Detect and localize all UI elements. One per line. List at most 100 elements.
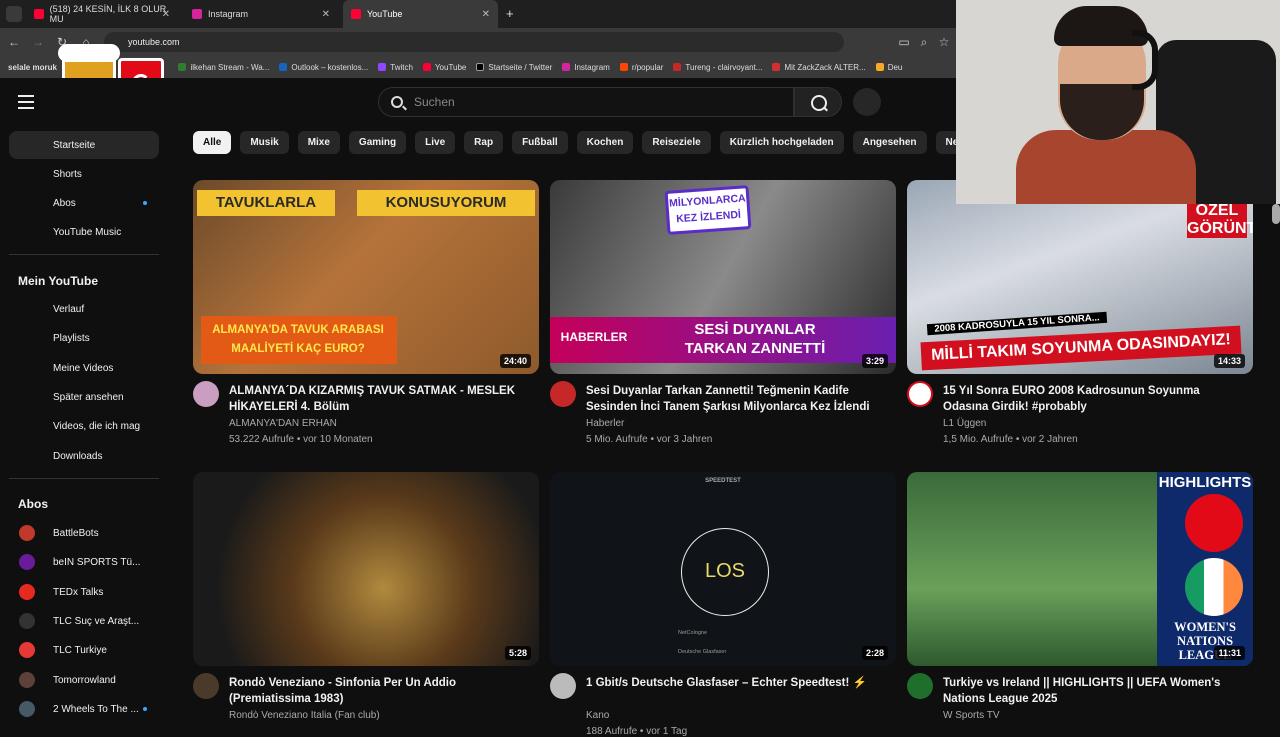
hamburger-menu-icon[interactable] — [18, 95, 34, 109]
chip[interactable]: Rap — [464, 131, 504, 154]
chip[interactable]: Musik — [240, 131, 289, 154]
sidebar-item-downloads[interactable]: Downloads — [9, 442, 159, 470]
subscription-item[interactable]: Tomorrowland — [9, 666, 159, 694]
browser-tab-3[interactable]: YouTube ✕ — [343, 0, 498, 28]
video-title[interactable]: Turkiye vs Ireland || HIGHLIGHTS || UEFA… — [943, 675, 1243, 707]
chip[interactable]: Gaming — [348, 131, 407, 154]
channel-avatar — [19, 701, 35, 717]
bookmark-item[interactable]: Tureng - clairvoyant... — [673, 63, 762, 72]
channel-name[interactable]: Kano — [586, 710, 609, 721]
sidebar-item-history[interactable]: Verlauf — [9, 295, 159, 323]
video-title[interactable]: 1 Gbit/s Deutsche Glasfaser – Echter Spe… — [586, 675, 886, 691]
search-input[interactable]: Suchen — [378, 87, 794, 117]
scrollbar-thumb[interactable] — [1272, 204, 1280, 224]
subscription-item[interactable]: beIN SPORTS Tü... — [9, 548, 159, 576]
channel-avatar[interactable] — [907, 381, 933, 407]
sidebar-item-playlists[interactable]: Playlists — [9, 324, 159, 352]
chip[interactable]: Fußball — [512, 131, 568, 154]
chip[interactable]: Kochen — [576, 131, 634, 154]
subscription-item[interactable]: BattleBots — [9, 519, 159, 547]
channel-avatar — [19, 613, 35, 629]
tab-label: YouTube — [367, 9, 403, 19]
video-thumbnail[interactable]: HIGHLIGHTS WOMEN'S NATIONS LEAGUE 11:31 — [907, 472, 1253, 666]
channel-avatar[interactable] — [193, 381, 219, 407]
sidebar-item-home[interactable]: Startseite — [9, 131, 159, 159]
url-field[interactable]: youtube.com — [104, 32, 844, 52]
bookmark-item[interactable]: Deu — [875, 63, 902, 72]
video-thumbnail[interactable]: SPEEDTEST LOS NetCologne Deutsche Glasfa… — [550, 472, 896, 666]
channel-name[interactable]: W Sports TV — [943, 710, 1000, 721]
sidebar-item-liked-videos[interactable]: Videos, die ich mag — [9, 412, 159, 440]
browser-tab-1[interactable]: (518) 24 KESİN, İLK 8 OLUR MU ✕ — [26, 0, 178, 28]
subscription-item[interactable]: 2 Wheels To The ... — [9, 695, 159, 723]
video-title[interactable]: Sesi Duyanlar Tarkan Zannetti! Teğmenin … — [586, 383, 886, 415]
chip[interactable]: Angesehen — [852, 131, 927, 154]
video-thumbnail[interactable]: MİLYONLARCA KEZ İZLENDİ HABERLER SESİ DU… — [550, 180, 896, 374]
channel-avatar[interactable] — [550, 381, 576, 407]
new-tab-icon[interactable]: + — [506, 6, 514, 21]
subscription-item[interactable]: TLC Turkiye — [9, 636, 159, 664]
bookmark-item[interactable]: Twitch — [378, 63, 413, 72]
video-meta: 1,5 Mio. Aufrufe • vor 2 Jahren — [943, 434, 1078, 445]
video-thumbnail[interactable]: TAVUKLARLA KONUSUYORUM ALMANYA'DA TAVUK … — [193, 180, 539, 374]
duration-badge: 3:29 — [861, 354, 888, 368]
search-button[interactable] — [794, 87, 842, 117]
sidebar-item-subscriptions[interactable]: Abos — [9, 189, 159, 217]
video-thumbnail[interactable]: 5:28 — [193, 472, 539, 666]
bookmark-item[interactable]: Startseite / Twitter — [476, 63, 552, 72]
new-content-dot — [143, 707, 147, 711]
microphone-icon[interactable] — [853, 88, 881, 116]
channel-name[interactable]: L1 Üggen — [943, 418, 986, 429]
chip-all[interactable]: Alle — [193, 131, 232, 154]
sidebar-item-youtube-music[interactable]: YouTube Music — [9, 218, 159, 246]
close-icon[interactable]: ✕ — [322, 9, 330, 20]
channel-avatar[interactable] — [907, 673, 933, 699]
subscription-item[interactable]: TEDx Talks — [9, 578, 159, 606]
forward-arrow-icon[interactable]: → — [26, 35, 50, 49]
video-title[interactable]: ALMANYA´DA KIZARMIŞ TAVUK SATMAK - MESLE… — [229, 383, 529, 415]
chip[interactable]: Reiseziele — [642, 131, 711, 154]
sidebar-section-title[interactable]: Abos — [18, 497, 48, 511]
channel-avatar — [19, 584, 35, 600]
tab-list-button[interactable] — [6, 6, 22, 22]
video-title[interactable]: Rondò Veneziano - Sinfonia Per Un Addio … — [229, 675, 529, 707]
bookmark-folder[interactable]: selale moruk — [8, 63, 57, 72]
duration-badge: 24:40 — [499, 354, 531, 368]
sidebar-item-my-videos[interactable]: Meine Videos — [9, 354, 159, 382]
chip[interactable]: Mixe — [297, 131, 340, 154]
bookmark-item[interactable]: Mit ZackZack ALTER... — [772, 63, 866, 72]
back-arrow-icon[interactable]: ← — [2, 35, 26, 49]
thumb-text: ALMANYA'DA TAVUK ARABASI MAALİYETİ KAÇ E… — [212, 324, 384, 355]
browser-tab-2[interactable]: Instagram ✕ — [184, 0, 338, 28]
thumb-text: KONUSUYORUM — [385, 194, 507, 211]
instagram-favicon-icon — [192, 9, 202, 19]
bookmark-item[interactable]: ilkehan Stream - Wa... — [178, 63, 269, 72]
chip[interactable]: Live — [415, 131, 456, 154]
video-thumbnail[interactable]: ÖZEL GÖRÜNTÜLER 2008 KADROSUYLA 15 YIL S… — [907, 180, 1253, 374]
close-icon[interactable]: ✕ — [482, 9, 490, 20]
turkey-flag-icon — [1185, 494, 1243, 552]
video-title[interactable]: 15 Yıl Sonra EURO 2008 Kadrosunun Soyunm… — [943, 383, 1243, 415]
close-icon[interactable]: ✕ — [162, 9, 170, 20]
search-icon — [391, 96, 403, 108]
bookmark-item[interactable]: Outlook – kostenlos... — [279, 63, 368, 72]
sidebar-item-shorts[interactable]: Shorts — [9, 160, 159, 188]
channel-avatar[interactable] — [550, 673, 576, 699]
star-icon[interactable]: ☆ — [932, 35, 956, 49]
channel-name[interactable]: ALMANYA'DAN ERHAN — [229, 418, 337, 429]
bookmark-item[interactable]: Instagram — [562, 63, 610, 72]
sidebar-item-watch-later[interactable]: Später ansehen — [9, 383, 159, 411]
video-meta: 5 Mio. Aufrufe • vor 3 Jahren — [586, 434, 713, 445]
channel-name[interactable]: Haberler — [586, 418, 624, 429]
chip[interactable]: Kürzlich hochgeladen — [719, 131, 844, 154]
bookmark-item[interactable]: r/popular — [619, 63, 663, 72]
video-meta: 53.222 Aufrufe • vor 10 Monaten — [229, 434, 373, 445]
channel-name[interactable]: Rondò Veneziano Italia (Fan club) — [229, 710, 380, 721]
sidebar-section-title[interactable]: Mein YouTube — [18, 274, 98, 288]
bookmark-item[interactable]: YouTube — [422, 63, 466, 72]
thumb-text: ÖZEL GÖRÜNTÜLER — [1187, 202, 1253, 238]
thumb-text: SPEEDTEST — [705, 478, 741, 484]
channel-avatar[interactable] — [193, 673, 219, 699]
channel-avatar — [19, 554, 35, 570]
subscription-item[interactable]: TLC Suç ve Araşt... — [9, 607, 159, 635]
